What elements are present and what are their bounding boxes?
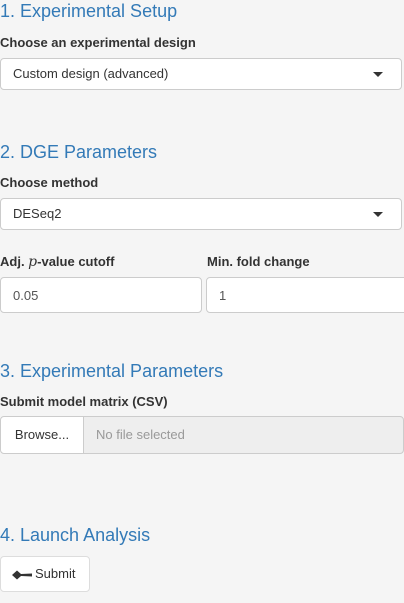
- submit-button[interactable]: Submit: [0, 556, 90, 592]
- pvalue-cutoff-label: Adj. p-value cutoff: [0, 254, 114, 270]
- submit-label: Submit: [35, 566, 76, 581]
- fold-change-label: Min. fold change: [207, 254, 310, 269]
- caret-down-icon: [373, 212, 383, 217]
- pvalue-label-symbol: p: [28, 254, 38, 270]
- file-name-display: No file selected: [83, 416, 404, 454]
- design-select-value: Custom design (advanced): [13, 66, 169, 81]
- design-label: Choose an experimental design: [0, 35, 196, 50]
- design-select[interactable]: Custom design (advanced): [0, 58, 402, 90]
- method-label: Choose method: [0, 175, 99, 190]
- section-title-experimental-setup: 1. Experimental Setup: [0, 1, 178, 21]
- file-upload-group: Browse... No file selected: [0, 416, 404, 454]
- pvalue-label-prefix: Adj.: [0, 254, 29, 269]
- method-select-value: DESeq2: [13, 206, 62, 221]
- caret-down-icon: [373, 72, 383, 77]
- pvalue-cutoff-input[interactable]: [0, 277, 202, 313]
- pvalue-label-suffix: -value cutoff: [37, 254, 115, 269]
- section-title-experimental-parameters: 3. Experimental Parameters: [0, 361, 224, 381]
- section-title-dge-parameters: 2. DGE Parameters: [0, 142, 158, 162]
- method-select[interactable]: DESeq2: [0, 198, 402, 230]
- fold-change-input[interactable]: [206, 277, 404, 313]
- section-title-launch-analysis: 4. Launch Analysis: [0, 525, 151, 545]
- model-matrix-label: Submit model matrix (CSV): [0, 394, 168, 409]
- paper-plane-icon: [12, 570, 32, 580]
- browse-button[interactable]: Browse...: [0, 416, 84, 454]
